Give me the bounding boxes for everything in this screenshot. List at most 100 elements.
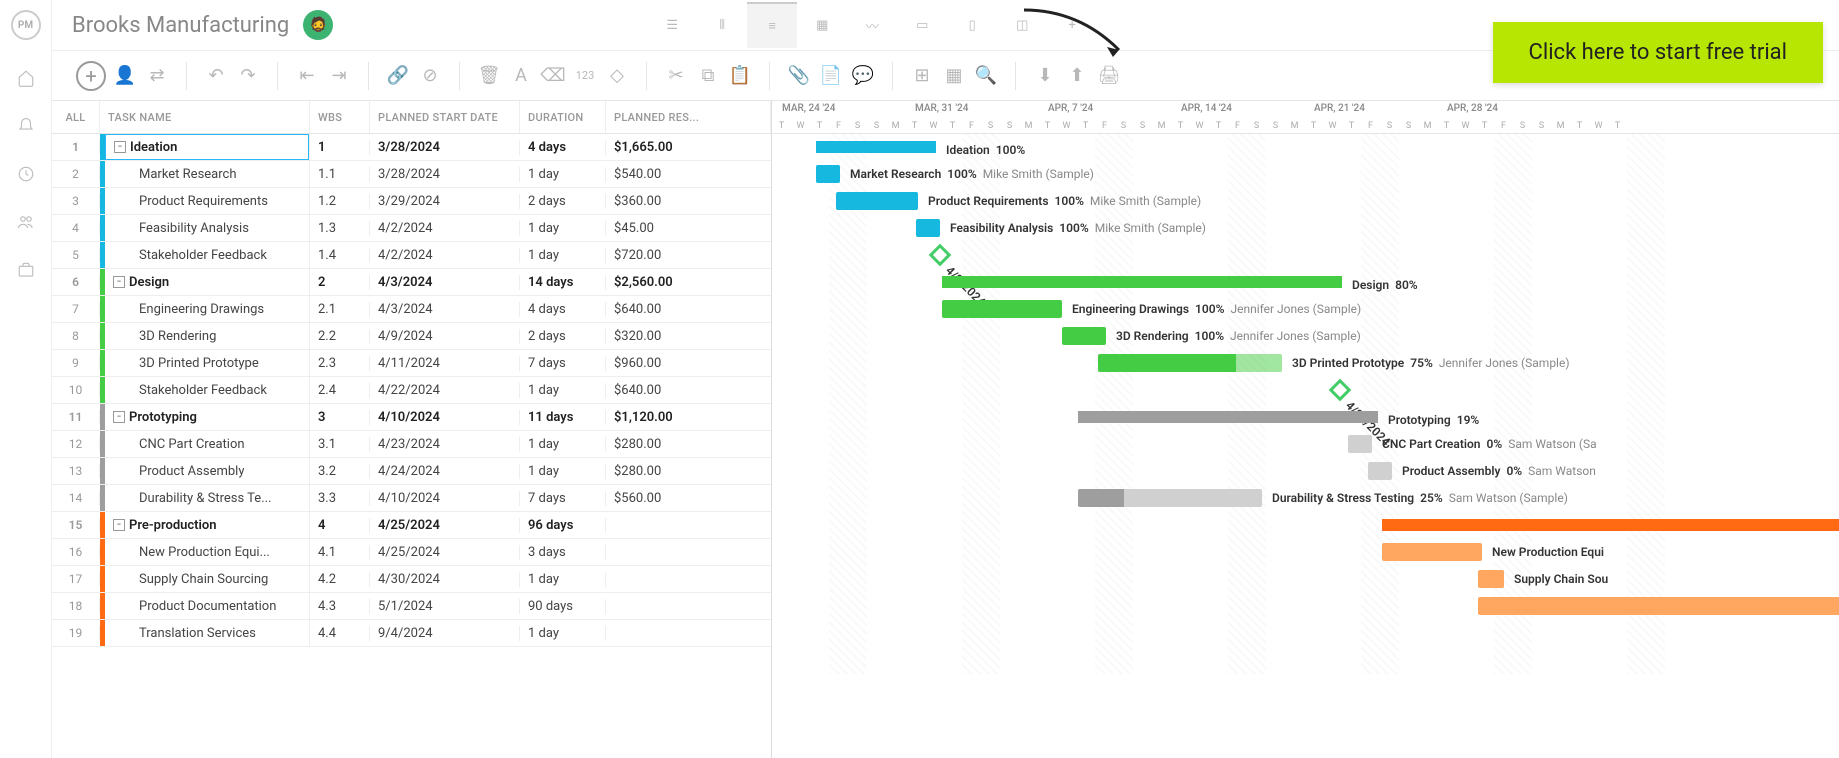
gantt-bar[interactable]: 3D Rendering 100% Jennifer Jones (Sample… bbox=[1062, 327, 1106, 345]
table-row[interactable]: 7Engineering Drawings2.14/3/20244 days$6… bbox=[52, 296, 771, 323]
resource-cell[interactable]: $45.00 bbox=[606, 221, 771, 236]
wbs-cell[interactable]: 2.2 bbox=[310, 329, 370, 344]
unlink-icon[interactable]: ⊘ bbox=[417, 63, 443, 89]
duration-cell[interactable]: 1 day bbox=[520, 221, 606, 236]
table-row[interactable]: 83D Rendering2.24/9/20242 days$320.00 bbox=[52, 323, 771, 350]
table-row[interactable]: 6−Design24/3/202414 days$2,560.00 bbox=[52, 269, 771, 296]
task-name-cell[interactable]: Market Research bbox=[100, 161, 310, 187]
gantt-bar[interactable]: Prototyping 19% bbox=[1078, 411, 1378, 423]
start-cell[interactable]: 3/29/2024 bbox=[370, 194, 520, 209]
col-wbs[interactable]: WBS bbox=[310, 101, 370, 133]
duration-cell[interactable]: 11 days bbox=[520, 410, 606, 425]
gantt-bar[interactable]: CNC Part Creation 0% Sam Watson (Sa bbox=[1348, 435, 1372, 453]
bell-icon[interactable] bbox=[16, 116, 36, 136]
duration-cell[interactable]: 90 days bbox=[520, 599, 606, 614]
gantt-bar[interactable]: 4/2/2024 bbox=[929, 244, 952, 267]
start-cell[interactable]: 4/3/2024 bbox=[370, 275, 520, 290]
resource-cell[interactable]: $640.00 bbox=[606, 302, 771, 317]
attach-icon[interactable]: 📎 bbox=[786, 63, 812, 89]
print-icon[interactable]: 🖨 bbox=[1096, 63, 1122, 89]
diamond-icon[interactable]: ◇ bbox=[604, 63, 630, 89]
table-row[interactable]: 14Durability & Stress Te...3.34/10/20247… bbox=[52, 485, 771, 512]
table-row[interactable]: 18Product Documentation4.35/1/202490 day… bbox=[52, 593, 771, 620]
duration-cell[interactable]: 96 days bbox=[520, 518, 606, 533]
table-row[interactable]: 16New Production Equi...4.14/25/20243 da… bbox=[52, 539, 771, 566]
wbs-cell[interactable]: 3.2 bbox=[310, 464, 370, 479]
gantt-bar[interactable]: 4/22/2024 bbox=[1329, 379, 1352, 402]
task-name-cell[interactable]: 3D Printed Prototype bbox=[100, 350, 310, 376]
duration-cell[interactable]: 2 days bbox=[520, 329, 606, 344]
task-name-cell[interactable]: Supply Chain Sourcing bbox=[100, 566, 310, 592]
paste-icon[interactable]: 📋 bbox=[727, 63, 753, 89]
columns-icon[interactable]: ⊞ bbox=[909, 63, 935, 89]
grid-icon[interactable]: ▦ bbox=[941, 63, 967, 89]
start-cell[interactable]: 4/10/2024 bbox=[370, 410, 520, 425]
number-icon[interactable]: 123 bbox=[572, 63, 598, 89]
collapse-icon[interactable]: − bbox=[113, 519, 125, 531]
task-name-cell[interactable]: Translation Services bbox=[100, 620, 310, 646]
duration-cell[interactable]: 1 day bbox=[520, 626, 606, 641]
table-row[interactable]: 4Feasibility Analysis1.34/2/20241 day$45… bbox=[52, 215, 771, 242]
start-cell[interactable]: 4/10/2024 bbox=[370, 491, 520, 506]
copy-icon[interactable]: ⧉ bbox=[695, 63, 721, 89]
trash-icon[interactable]: 🗑 bbox=[476, 63, 502, 89]
start-cell[interactable]: 4/25/2024 bbox=[370, 518, 520, 533]
wbs-cell[interactable]: 3.1 bbox=[310, 437, 370, 452]
start-cell[interactable]: 4/23/2024 bbox=[370, 437, 520, 452]
tab-chart-icon[interactable]: 〰 bbox=[847, 2, 897, 48]
wbs-cell[interactable]: 2.3 bbox=[310, 356, 370, 371]
task-name-cell[interactable]: −Prototyping bbox=[100, 404, 310, 430]
start-cell[interactable]: 4/2/2024 bbox=[370, 221, 520, 236]
gantt-bar[interactable]: Feasibility Analysis 100% Mike Smith (Sa… bbox=[916, 219, 940, 237]
col-task-name[interactable]: TASK NAME bbox=[100, 101, 310, 133]
user-avatar[interactable]: 🧔 bbox=[303, 10, 333, 40]
clock-icon[interactable] bbox=[16, 164, 36, 184]
gantt-bar[interactable]: Ideation 100% bbox=[816, 141, 936, 153]
gantt-bar[interactable]: Pre-production bbox=[1382, 519, 1839, 531]
tab-gantt-icon[interactable]: ≡ bbox=[747, 2, 797, 48]
home-icon[interactable] bbox=[16, 68, 36, 88]
collapse-icon[interactable]: − bbox=[113, 276, 125, 288]
wbs-cell[interactable]: 2.4 bbox=[310, 383, 370, 398]
clear-format-icon[interactable]: ⌫ bbox=[540, 63, 566, 89]
col-duration[interactable]: DURATION bbox=[520, 101, 606, 133]
table-row[interactable]: 1−Ideation13/28/20244 days$1,665.00 bbox=[52, 134, 771, 161]
task-name-cell[interactable]: Engineering Drawings bbox=[100, 296, 310, 322]
wbs-cell[interactable]: 4.1 bbox=[310, 545, 370, 560]
redo-icon[interactable]: ↷ bbox=[235, 63, 261, 89]
wbs-cell[interactable]: 4.4 bbox=[310, 626, 370, 641]
gantt-chart[interactable]: MAR, 24 '24MAR, 31 '24APR, 7 '24APR, 14 … bbox=[772, 100, 1839, 758]
resource-cell[interactable]: $280.00 bbox=[606, 437, 771, 452]
undo-icon[interactable]: ↶ bbox=[203, 63, 229, 89]
resource-cell[interactable]: $2,560.00 bbox=[606, 275, 771, 290]
tab-calendar-icon[interactable]: ▭ bbox=[897, 2, 947, 48]
start-cell[interactable]: 4/3/2024 bbox=[370, 302, 520, 317]
task-name-cell[interactable]: −Pre-production bbox=[100, 512, 310, 538]
team-icon[interactable] bbox=[16, 212, 36, 232]
col-resources[interactable]: PLANNED RES... bbox=[606, 101, 771, 133]
duration-cell[interactable]: 1 day bbox=[520, 167, 606, 182]
assign-icon[interactable]: 👤 bbox=[112, 63, 138, 89]
tab-file-icon[interactable]: ▯ bbox=[947, 2, 997, 48]
wbs-cell[interactable]: 2 bbox=[310, 275, 370, 290]
tab-list-icon[interactable]: ☰ bbox=[647, 2, 697, 48]
collapse-icon[interactable]: − bbox=[113, 411, 125, 423]
duration-cell[interactable]: 1 day bbox=[520, 572, 606, 587]
wbs-cell[interactable]: 1 bbox=[310, 140, 370, 155]
resource-cell[interactable]: $560.00 bbox=[606, 491, 771, 506]
wbs-cell[interactable]: 4.2 bbox=[310, 572, 370, 587]
zoom-icon[interactable]: 🔍 bbox=[973, 63, 999, 89]
gantt-bar[interactable]: Design 80% bbox=[942, 276, 1342, 288]
duration-cell[interactable]: 3 days bbox=[520, 545, 606, 560]
font-icon[interactable]: A bbox=[508, 63, 534, 89]
resource-cell[interactable]: $280.00 bbox=[606, 464, 771, 479]
wbs-cell[interactable]: 3.3 bbox=[310, 491, 370, 506]
wbs-cell[interactable]: 4 bbox=[310, 518, 370, 533]
task-name-cell[interactable]: Product Requirements bbox=[100, 188, 310, 214]
table-row[interactable]: 15−Pre-production44/25/202496 days bbox=[52, 512, 771, 539]
resource-cell[interactable]: $360.00 bbox=[606, 194, 771, 209]
gantt-bar[interactable] bbox=[1478, 597, 1839, 615]
start-cell[interactable]: 4/9/2024 bbox=[370, 329, 520, 344]
duration-cell[interactable]: 1 day bbox=[520, 464, 606, 479]
start-cell[interactable]: 4/2/2024 bbox=[370, 248, 520, 263]
